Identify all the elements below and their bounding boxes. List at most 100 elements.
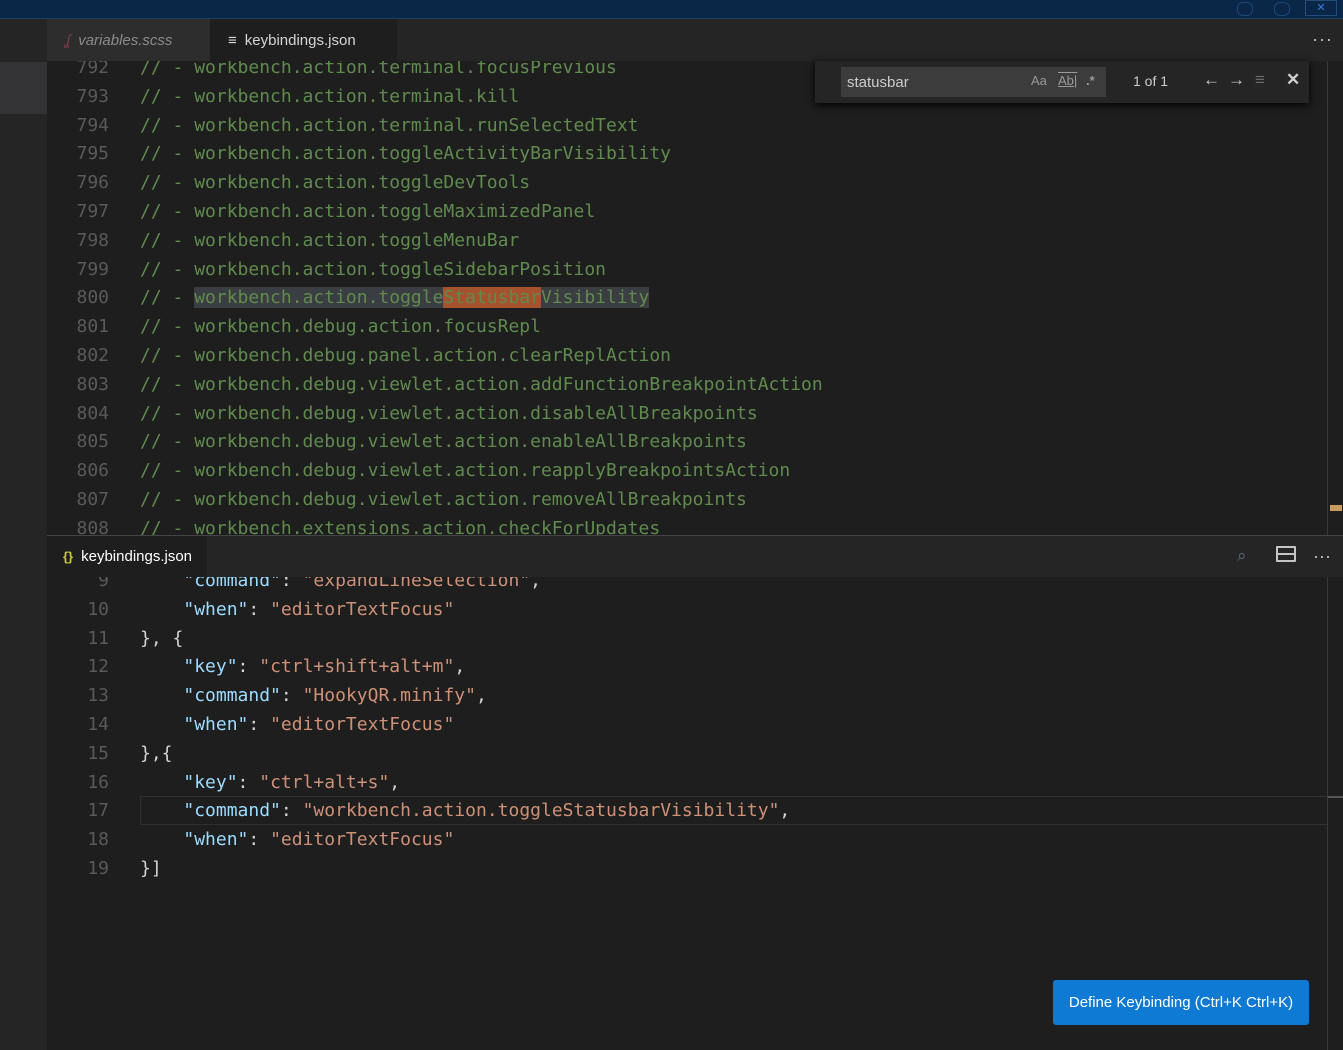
sass-icon: ʆ bbox=[65, 31, 71, 49]
match-case-toggle[interactable]: Aa bbox=[1031, 73, 1047, 88]
previous-match-button[interactable]: ← bbox=[1203, 70, 1220, 90]
json-string: "workbench.action.toggleStatusbarVisibil… bbox=[302, 800, 780, 822]
json-string: "expandLineSelection" bbox=[302, 577, 531, 591]
find-range-highlight: workbench.action.toggleStatusbarVisibili… bbox=[194, 287, 650, 309]
code-text: "command": "workbench.action.toggleStatu… bbox=[140, 796, 790, 825]
comment-text: workbench.action.terminal.focusPrevious bbox=[194, 61, 617, 78]
code-text: // - workbench.debug.viewlet.action.disa… bbox=[140, 399, 758, 428]
title-bar: ✕ bbox=[0, 0, 1343, 19]
line-number: 802 bbox=[76, 345, 109, 366]
line-number: 798 bbox=[76, 229, 109, 251]
code-text: // - workbench.debug.viewlet.action.remo… bbox=[140, 485, 747, 514]
tab-keybindings-json[interactable]: ≡ keybindings.json bbox=[210, 19, 397, 61]
line-number: 14 bbox=[87, 714, 109, 735]
overview-cursor-marker bbox=[1328, 796, 1343, 798]
whole-word-toggle[interactable]: Ab| bbox=[1058, 73, 1077, 88]
json-key: "when" bbox=[183, 598, 249, 620]
code-line: 12 "key": "ctrl+shift+alt+m", bbox=[47, 652, 1327, 681]
comment-text: workbench.action.toggleMaximizedPanel bbox=[194, 201, 596, 222]
json-key: "command" bbox=[183, 685, 281, 707]
code-line: 799 // - workbench.action.toggleSidebarPo… bbox=[47, 255, 1327, 284]
tab-variables-scss[interactable]: ʆ variables.scss bbox=[47, 19, 210, 61]
code-text: "command": "expandLineSelection", bbox=[140, 577, 541, 595]
panel-tab-keybindings[interactable]: {} keybindings.json bbox=[47, 536, 207, 577]
comment-text: workbench.action.terminal.runSelectedTex… bbox=[194, 114, 639, 136]
code-text: // - workbench.action.toggleMaximizedPan… bbox=[140, 197, 595, 226]
json-comma: , bbox=[389, 771, 401, 793]
code-line: 19}] bbox=[47, 854, 1327, 883]
line-number: 793 bbox=[76, 85, 109, 107]
json-string: "ctrl+shift+alt+m" bbox=[259, 656, 455, 678]
line-number: 794 bbox=[76, 114, 109, 136]
define-keybinding-button[interactable]: Define Keybinding (Ctrl+K Ctrl+K) bbox=[1053, 980, 1309, 1025]
json-key: "command" bbox=[183, 800, 281, 822]
code-line: 10 "when": "editorTextFocus" bbox=[47, 595, 1327, 624]
json-comma: , bbox=[779, 800, 791, 822]
activity-bar bbox=[0, 19, 47, 1050]
code-line: 803 // - workbench.debug.viewlet.action.a… bbox=[47, 370, 1327, 399]
json-string: "editorTextFocus" bbox=[270, 598, 455, 620]
file-lines-icon: ≡ bbox=[228, 31, 237, 49]
code-text: "when": "editorTextFocus" bbox=[140, 595, 454, 624]
code-line: 14 "when": "editorTextFocus" bbox=[47, 710, 1327, 739]
line-number: 10 bbox=[87, 598, 109, 620]
comment-text: workbench.extensions.action.checkForUpda… bbox=[194, 517, 661, 535]
comment-text: workbench.action.toggleMenuBar bbox=[194, 229, 520, 251]
code-line: 804 // - workbench.debug.viewlet.action.d… bbox=[47, 399, 1327, 428]
find-match-highlight: Statusbar bbox=[443, 287, 541, 309]
next-match-button[interactable]: → bbox=[1228, 70, 1245, 90]
json-colon: : bbox=[280, 577, 303, 591]
panel-more-actions-icon[interactable]: ··· bbox=[1313, 546, 1331, 567]
comment-text: workbench.debug.panel.action.clearReplAc… bbox=[194, 345, 672, 366]
json-punctuation: },{ bbox=[140, 742, 173, 764]
find-in-selection-button[interactable]: ≡ bbox=[1255, 70, 1265, 90]
code-line: 797 // - workbench.action.toggleMaximized… bbox=[47, 197, 1327, 226]
close-find-button[interactable]: ✕ bbox=[1286, 70, 1300, 90]
match-count: 1 of 1 bbox=[1133, 73, 1169, 89]
comment-prefix: // - bbox=[140, 345, 195, 366]
comment-prefix: // - bbox=[140, 316, 195, 338]
open-changes-icon[interactable]: ⌕ bbox=[1237, 546, 1247, 566]
line-number: 795 bbox=[76, 143, 109, 165]
close-window-button[interactable]: ✕ bbox=[1305, 0, 1337, 16]
panel-header: {} keybindings.json ⌕ ··· bbox=[47, 536, 1343, 577]
code-text: // - workbench.debug.viewlet.action.addF… bbox=[140, 370, 823, 399]
code-text: // - workbench.action.terminal.focusPrev… bbox=[140, 61, 617, 82]
line-number: 19 bbox=[87, 858, 109, 879]
regex-toggle[interactable]: .* bbox=[1086, 73, 1095, 88]
comment-text: workbench.debug.viewlet.action.enableAll… bbox=[194, 431, 747, 453]
split-editor-icon[interactable] bbox=[1276, 546, 1296, 567]
code-line: 807 // - workbench.debug.viewlet.action.r… bbox=[47, 485, 1327, 514]
json-key: "key" bbox=[183, 771, 238, 793]
editor-tabs: ʆ variables.scss ≡ keybindings.json ··· bbox=[47, 19, 1343, 61]
line-number: 792 bbox=[76, 61, 109, 78]
json-punctuation: }] bbox=[140, 858, 162, 879]
top-editor-scrollbar[interactable] bbox=[1327, 61, 1343, 535]
comment-prefix: // - bbox=[140, 460, 195, 482]
comment-prefix: // - bbox=[140, 431, 195, 453]
minimize-button[interactable] bbox=[1237, 2, 1253, 16]
code-line: 800 // - workbench.action.toggleStatusbar… bbox=[47, 283, 1327, 312]
code-text: // - workbench.extensions.action.checkFo… bbox=[140, 514, 660, 535]
activity-bar-active-item[interactable] bbox=[0, 62, 47, 114]
line-number: 796 bbox=[76, 172, 109, 194]
json-colon: : bbox=[280, 800, 303, 822]
maximize-button[interactable] bbox=[1274, 2, 1290, 16]
more-actions-icon[interactable]: ··· bbox=[1312, 29, 1333, 50]
line-number: 12 bbox=[87, 656, 109, 678]
code-text: // - workbench.action.toggleMenuBar bbox=[140, 226, 519, 255]
json-colon: : bbox=[280, 685, 303, 707]
code-text: // - workbench.debug.viewlet.action.reap… bbox=[140, 456, 790, 485]
code-line: 794 // - workbench.action.terminal.runSel… bbox=[47, 111, 1327, 140]
json-colon: : bbox=[248, 598, 271, 620]
json-colon: : bbox=[248, 714, 271, 735]
json-string: "editorTextFocus" bbox=[270, 829, 455, 851]
comment-text: workbench.debug.viewlet.action.disableAl… bbox=[194, 402, 758, 424]
top-editor[interactable]: 792 // - workbench.action.terminal.focusP… bbox=[47, 61, 1327, 535]
line-number: 805 bbox=[76, 431, 109, 453]
json-key: "command" bbox=[183, 577, 281, 591]
code-text: "when": "editorTextFocus" bbox=[140, 825, 454, 854]
bottom-editor-scrollbar[interactable] bbox=[1327, 577, 1343, 1050]
